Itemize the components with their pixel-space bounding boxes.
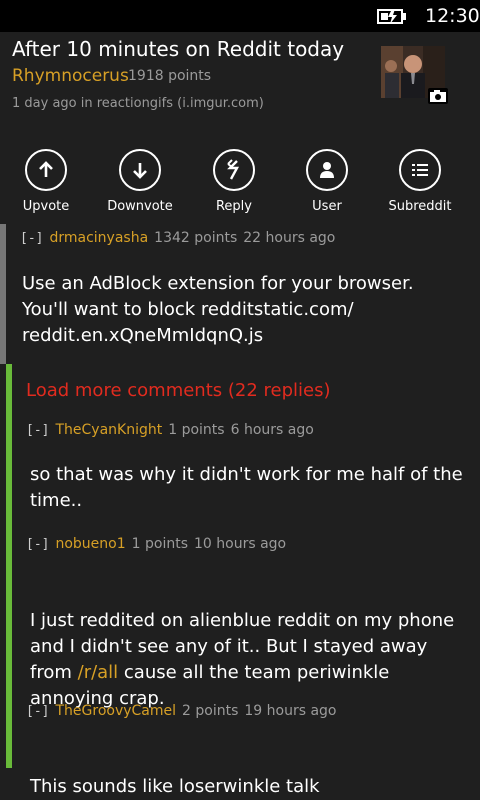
upvote-button[interactable]: Upvote bbox=[1, 149, 91, 214]
comment-body: This sounds like loserwinkle talk bbox=[30, 776, 320, 797]
comment-points: 2 points bbox=[182, 703, 239, 719]
post-author[interactable]: Rhymnocerus bbox=[12, 66, 129, 86]
status-bar: 12:30 bbox=[0, 0, 480, 32]
comment-author[interactable]: TheGroovyCamel bbox=[55, 703, 176, 719]
comment-points: 1 points bbox=[131, 536, 189, 552]
comment-header: [-] TheCyanKnight 1 points 6 hours ago bbox=[26, 422, 314, 438]
comment-header: [-] TheGroovyCamel 2 points 19 hours ago bbox=[26, 703, 336, 719]
battery-charging-icon bbox=[377, 9, 406, 24]
comment-body: so that was why it didn't work for me ha… bbox=[30, 464, 463, 511]
downvote-label: Downvote bbox=[107, 199, 173, 214]
upvote-label: Upvote bbox=[22, 199, 70, 214]
comment-time: 22 hours ago bbox=[243, 230, 336, 246]
user-label: User bbox=[312, 199, 342, 214]
comment-points: 1 points bbox=[168, 422, 225, 438]
comment-header: [-] drmacinyasha 1342 points 22 hours ago bbox=[20, 230, 335, 246]
comment-header: [-] nobueno1 1 points 10 hours ago bbox=[26, 536, 286, 552]
post-title[interactable]: After 10 minutes on Reddit today bbox=[12, 36, 344, 62]
collapse-toggle[interactable]: [-] bbox=[26, 704, 49, 719]
reply-icon bbox=[227, 159, 240, 180]
collapse-toggle[interactable]: [-] bbox=[26, 537, 49, 552]
list-icon bbox=[412, 164, 428, 176]
clock: 12:30 bbox=[425, 5, 480, 27]
comment-body: Use an AdBlock extension for your browse… bbox=[22, 273, 414, 346]
camera-icon bbox=[428, 88, 448, 104]
user-button[interactable]: User bbox=[282, 149, 372, 214]
arrow-down-icon bbox=[133, 163, 147, 179]
post-points: 1918 points bbox=[128, 68, 212, 84]
collapse-toggle[interactable]: [-] bbox=[26, 423, 49, 438]
comment-author[interactable]: nobueno1 bbox=[55, 536, 125, 552]
comment-author[interactable]: drmacinyasha bbox=[49, 230, 148, 246]
user-icon bbox=[320, 162, 334, 178]
post-meta: 1 day ago in reactiongifs (i.imgur.com) bbox=[12, 96, 264, 111]
subreddit-label: Subreddit bbox=[388, 199, 452, 214]
comment-points: 1342 points bbox=[154, 230, 238, 246]
downvote-button[interactable]: Downvote bbox=[95, 149, 185, 214]
comment-author[interactable]: TheCyanKnight bbox=[55, 422, 162, 438]
arrow-up-icon bbox=[39, 161, 53, 177]
load-more-comments-button[interactable]: Load more comments (22 replies) bbox=[26, 380, 331, 401]
reply-label: Reply bbox=[215, 199, 252, 214]
collapse-toggle[interactable]: [-] bbox=[20, 231, 43, 246]
thread-depth-bar bbox=[6, 364, 12, 768]
comment-time: 19 hours ago bbox=[244, 703, 337, 719]
comment-body: I just reddited on alienblue reddit on m… bbox=[30, 608, 454, 712]
comment-time: 10 hours ago bbox=[194, 536, 287, 552]
comment-time: 6 hours ago bbox=[230, 422, 314, 438]
subreddit-button[interactable]: Subreddit bbox=[375, 149, 465, 214]
thread-depth-bar bbox=[0, 224, 6, 364]
subreddit-link[interactable]: /r/all bbox=[78, 662, 119, 683]
reply-button[interactable]: Reply bbox=[189, 149, 279, 214]
